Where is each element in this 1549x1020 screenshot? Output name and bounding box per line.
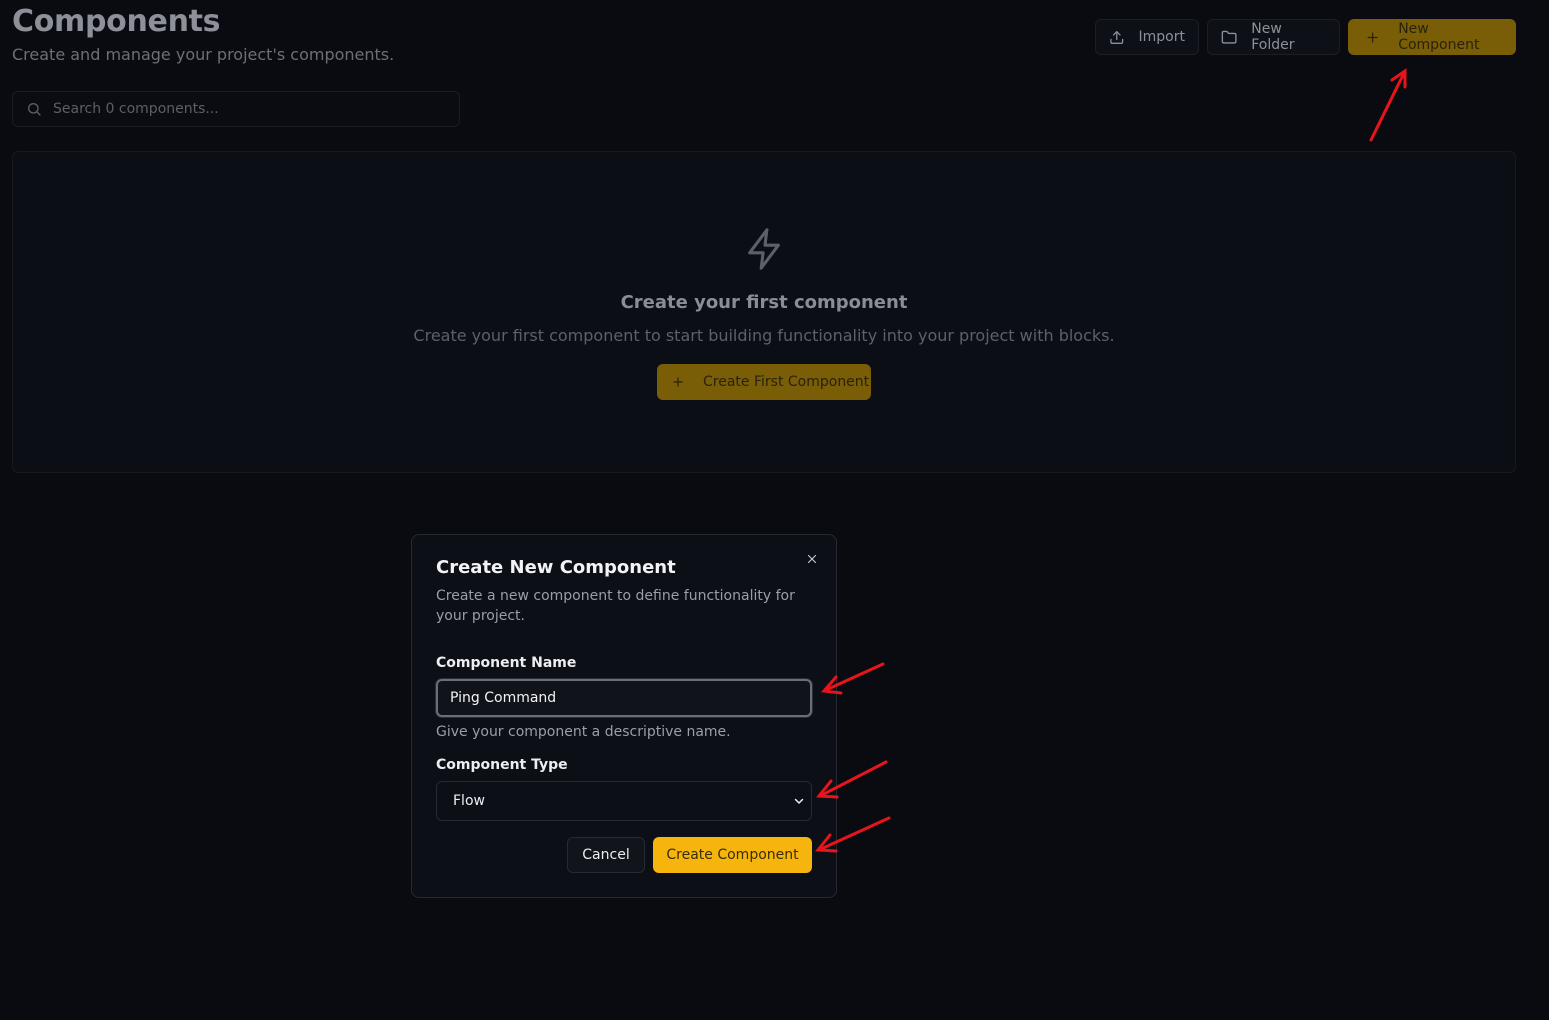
page-subtitle: Create and manage your project's compone… [12, 45, 395, 64]
empty-state-description: Create your first component to start bui… [413, 326, 1115, 345]
create-first-component-button[interactable]: Create First Component [657, 364, 871, 400]
plus-icon [1367, 31, 1378, 43]
search-icon [28, 103, 41, 116]
component-name-label: Component Name [436, 655, 577, 671]
page-title: Components [12, 4, 221, 39]
create-component-button[interactable]: Create Component [653, 837, 812, 873]
component-type-value: Flow [453, 793, 485, 809]
new-component-button-label: New Component [1398, 21, 1480, 53]
component-name-hint: Give your component a descriptive name. [436, 724, 731, 740]
lightning-icon [748, 228, 780, 270]
chevron-down-icon [794, 798, 804, 804]
upload-icon [1110, 30, 1124, 44]
folder-icon [1221, 30, 1237, 44]
component-name-value: Ping Command [450, 690, 557, 706]
import-button[interactable]: Import [1095, 19, 1199, 55]
empty-state-title: Create your first component [620, 292, 908, 313]
plus-icon [673, 377, 683, 387]
empty-state-panel: Create your first component Create your … [12, 151, 1516, 473]
create-first-component-label: Create First Component [703, 374, 870, 390]
dialog-description: Create a new component to define functio… [436, 588, 795, 624]
cancel-button[interactable]: Cancel [567, 837, 645, 873]
search-placeholder: Search 0 components... [53, 101, 219, 117]
new-component-button[interactable]: New Component [1348, 19, 1516, 55]
dialog-title: Create New Component [436, 557, 676, 578]
close-icon[interactable] [805, 552, 819, 566]
component-type-select[interactable]: Flow [436, 781, 812, 821]
new-folder-button[interactable]: New Folder [1207, 19, 1340, 55]
import-button-label: Import [1138, 29, 1185, 45]
search-input[interactable]: Search 0 components... [12, 91, 460, 127]
component-type-label: Component Type [436, 757, 568, 773]
component-name-input[interactable]: Ping Command [436, 679, 812, 717]
new-folder-button-label: New Folder [1251, 21, 1295, 53]
annotation-arrow [1369, 71, 1406, 142]
components-page: Components Create and manage your projec… [0, 0, 1549, 1020]
create-component-dialog: Create New Component Create a new compon… [411, 534, 837, 898]
annotation-arrowhead [1390, 68, 1407, 89]
